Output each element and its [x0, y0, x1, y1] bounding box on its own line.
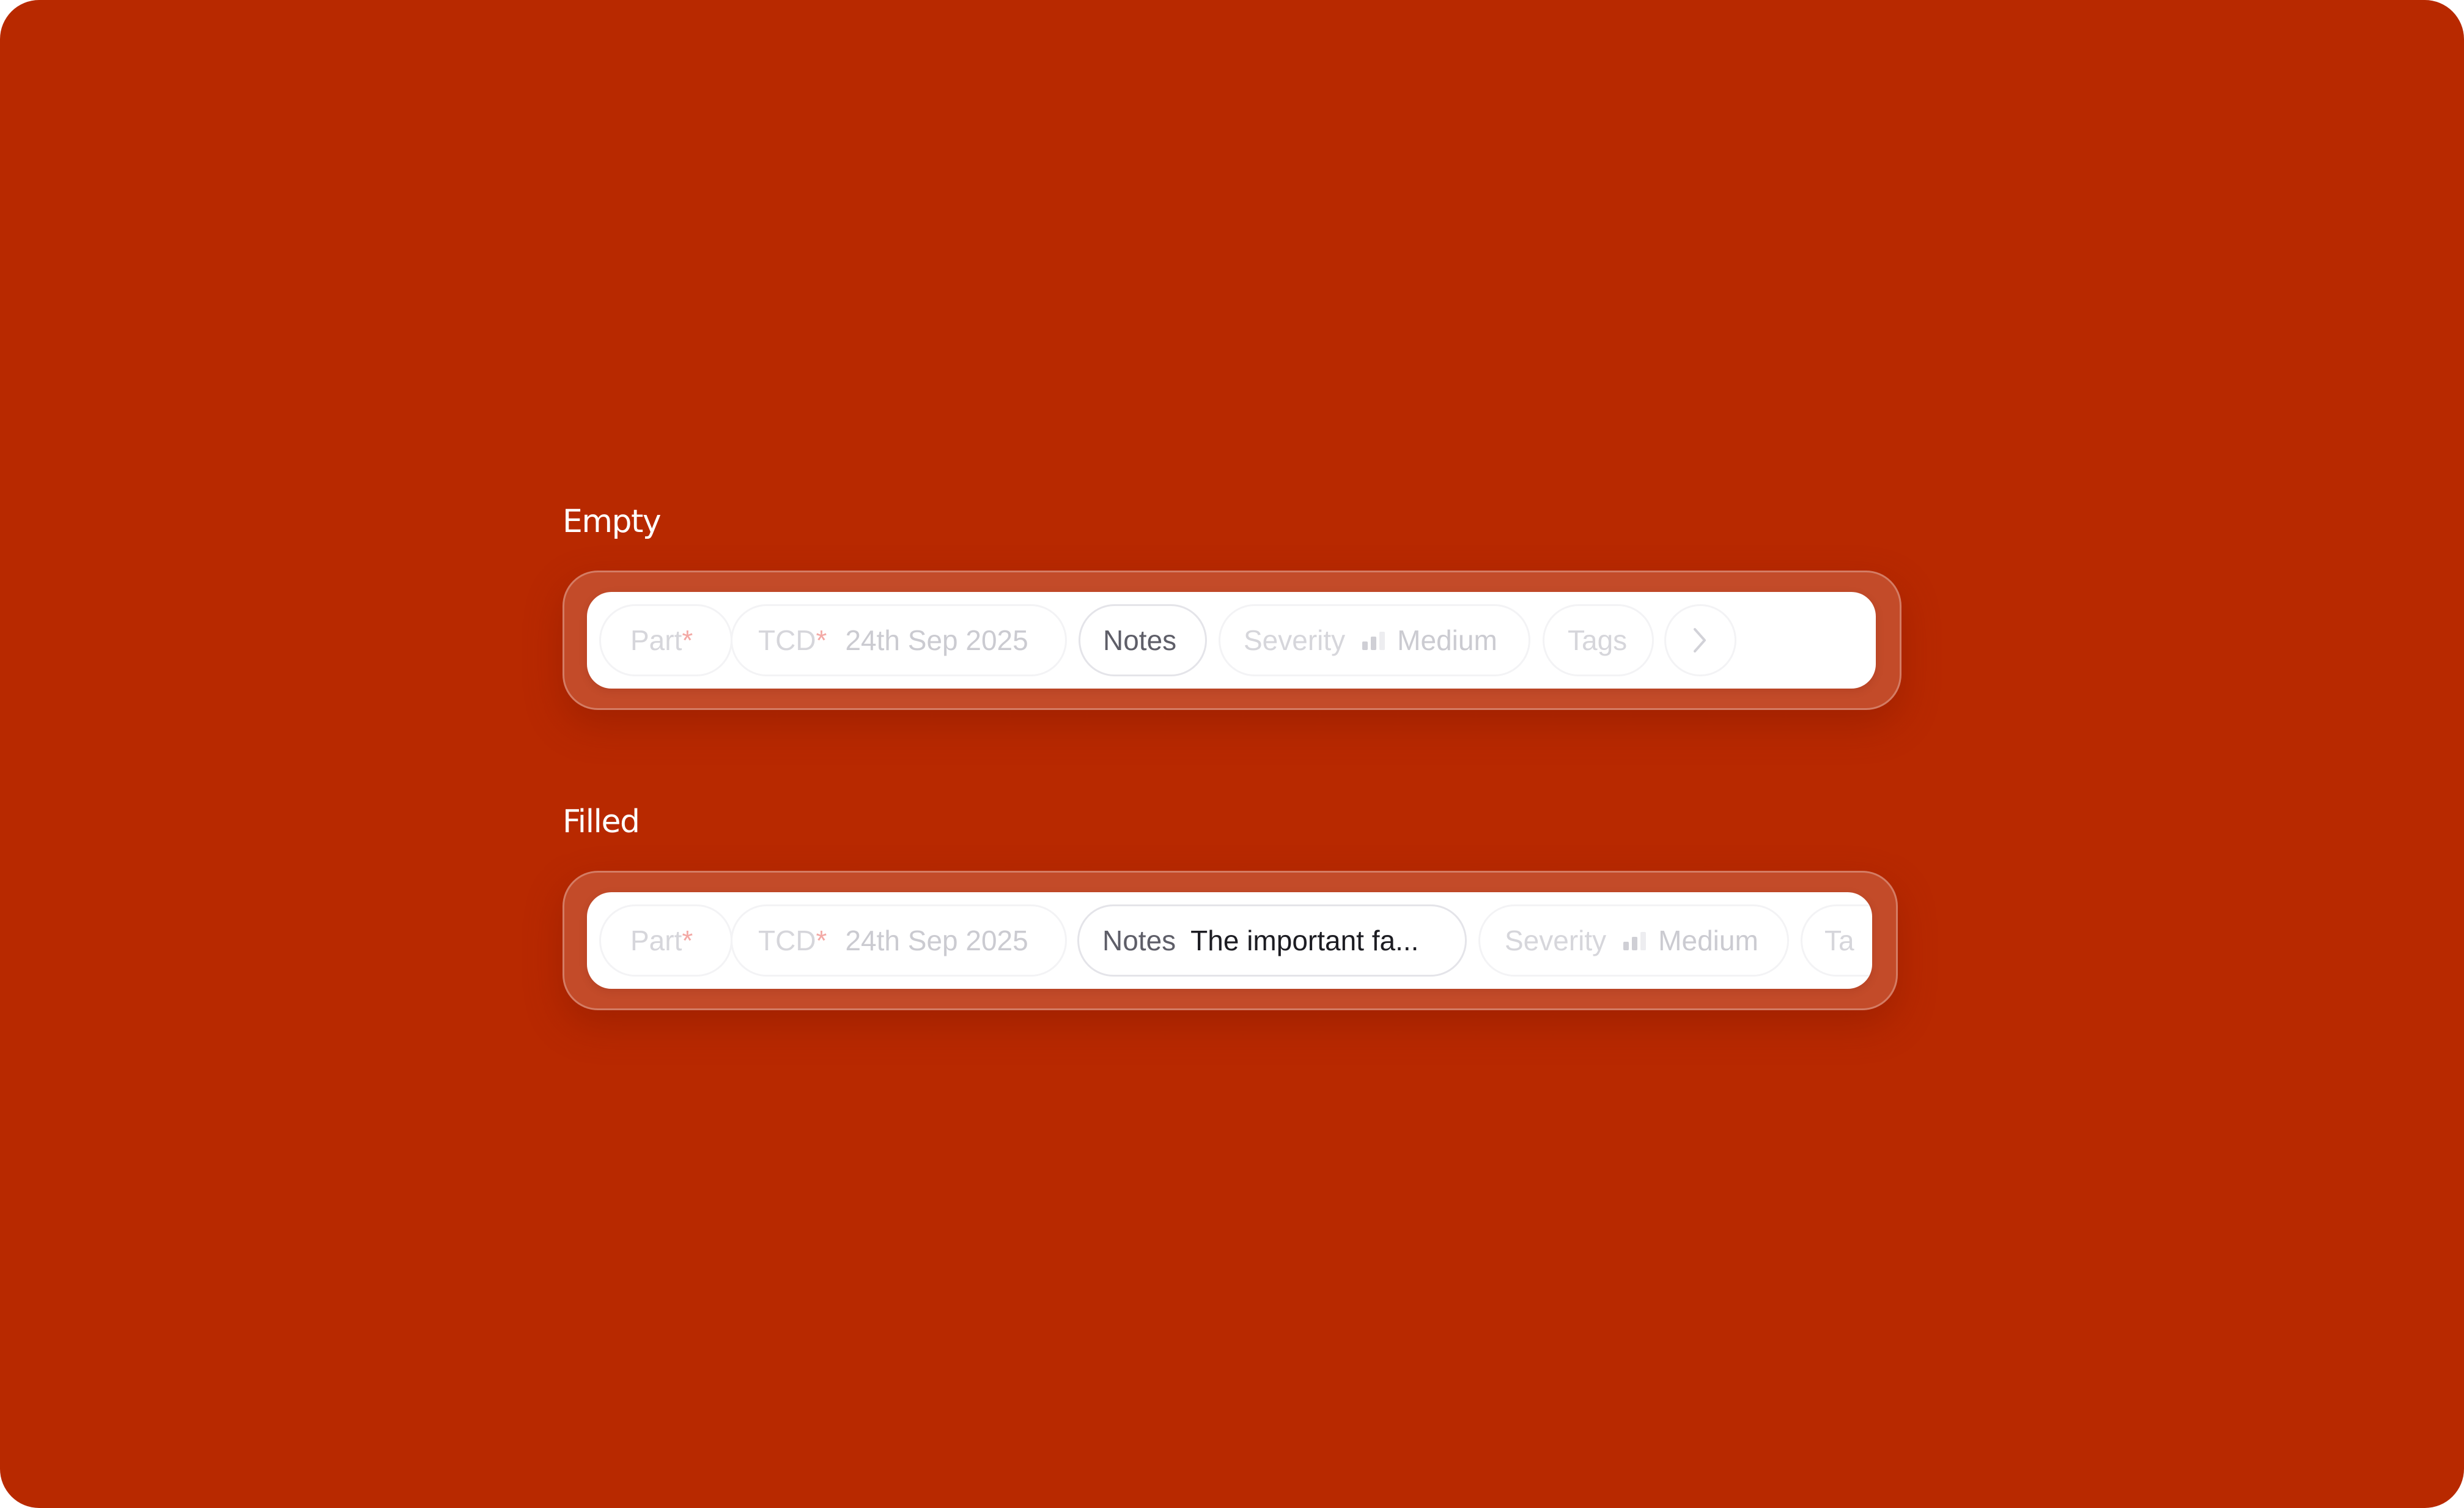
severity-chip[interactable]: Severity Medium — [1219, 604, 1530, 676]
notes-label: Notes — [1102, 925, 1176, 956]
required-marker: * — [682, 624, 693, 656]
canvas: Empty Part * TCD * 24th Sep 2025 Notes Sev… — [0, 0, 2464, 1508]
part-label: Part — [630, 925, 682, 956]
empty-toolbar-frame: Part * TCD * 24th Sep 2025 Notes Severity … — [563, 571, 1901, 710]
tags-chip[interactable]: Tags — [1543, 604, 1654, 676]
tcd-chip[interactable]: TCD * 24th Sep 2025 — [731, 604, 1067, 676]
severity-chip[interactable]: Severity Medium — [1478, 904, 1789, 977]
tcd-chip[interactable]: TCD * 24th Sep 2025 — [731, 904, 1067, 977]
tags-chip[interactable]: Ta — [1801, 904, 1872, 977]
section-label-filled: Filled — [563, 804, 640, 840]
required-marker: * — [816, 925, 827, 956]
part-chip[interactable]: Part * — [599, 904, 732, 977]
notes-value: The important fa... — [1190, 925, 1419, 956]
empty-field-bar: Part * TCD * 24th Sep 2025 Notes Severity … — [587, 592, 1876, 689]
tcd-label: TCD — [758, 925, 816, 956]
tags-label: Tags — [1568, 624, 1628, 656]
required-marker: * — [816, 624, 827, 656]
severity-label: Severity — [1244, 624, 1346, 656]
severity-value: Medium — [1658, 925, 1758, 956]
filled-toolbar-frame: Part * TCD * 24th Sep 2025 Notes The impor… — [563, 871, 1898, 1010]
tags-label: Ta — [1824, 925, 1854, 956]
signal-bars-icon — [1623, 931, 1647, 950]
next-button[interactable] — [1664, 604, 1736, 676]
tcd-label: TCD — [758, 624, 816, 656]
part-chip[interactable]: Part * — [599, 604, 732, 676]
notes-chip[interactable]: Notes — [1079, 604, 1207, 676]
required-marker: * — [682, 925, 693, 956]
filled-field-bar: Part * TCD * 24th Sep 2025 Notes The impor… — [587, 892, 1872, 989]
notes-label: Notes — [1103, 624, 1177, 656]
severity-value: Medium — [1397, 624, 1497, 656]
part-label: Part — [630, 624, 682, 656]
tcd-value: 24th Sep 2025 — [845, 925, 1028, 956]
signal-bars-icon — [1362, 630, 1385, 650]
severity-label: Severity — [1505, 925, 1607, 956]
section-label-empty: Empty — [563, 503, 662, 540]
notes-chip[interactable]: Notes The important fa... — [1077, 904, 1467, 977]
chevron-right-icon — [1682, 604, 1719, 676]
tcd-value: 24th Sep 2025 — [845, 624, 1028, 656]
